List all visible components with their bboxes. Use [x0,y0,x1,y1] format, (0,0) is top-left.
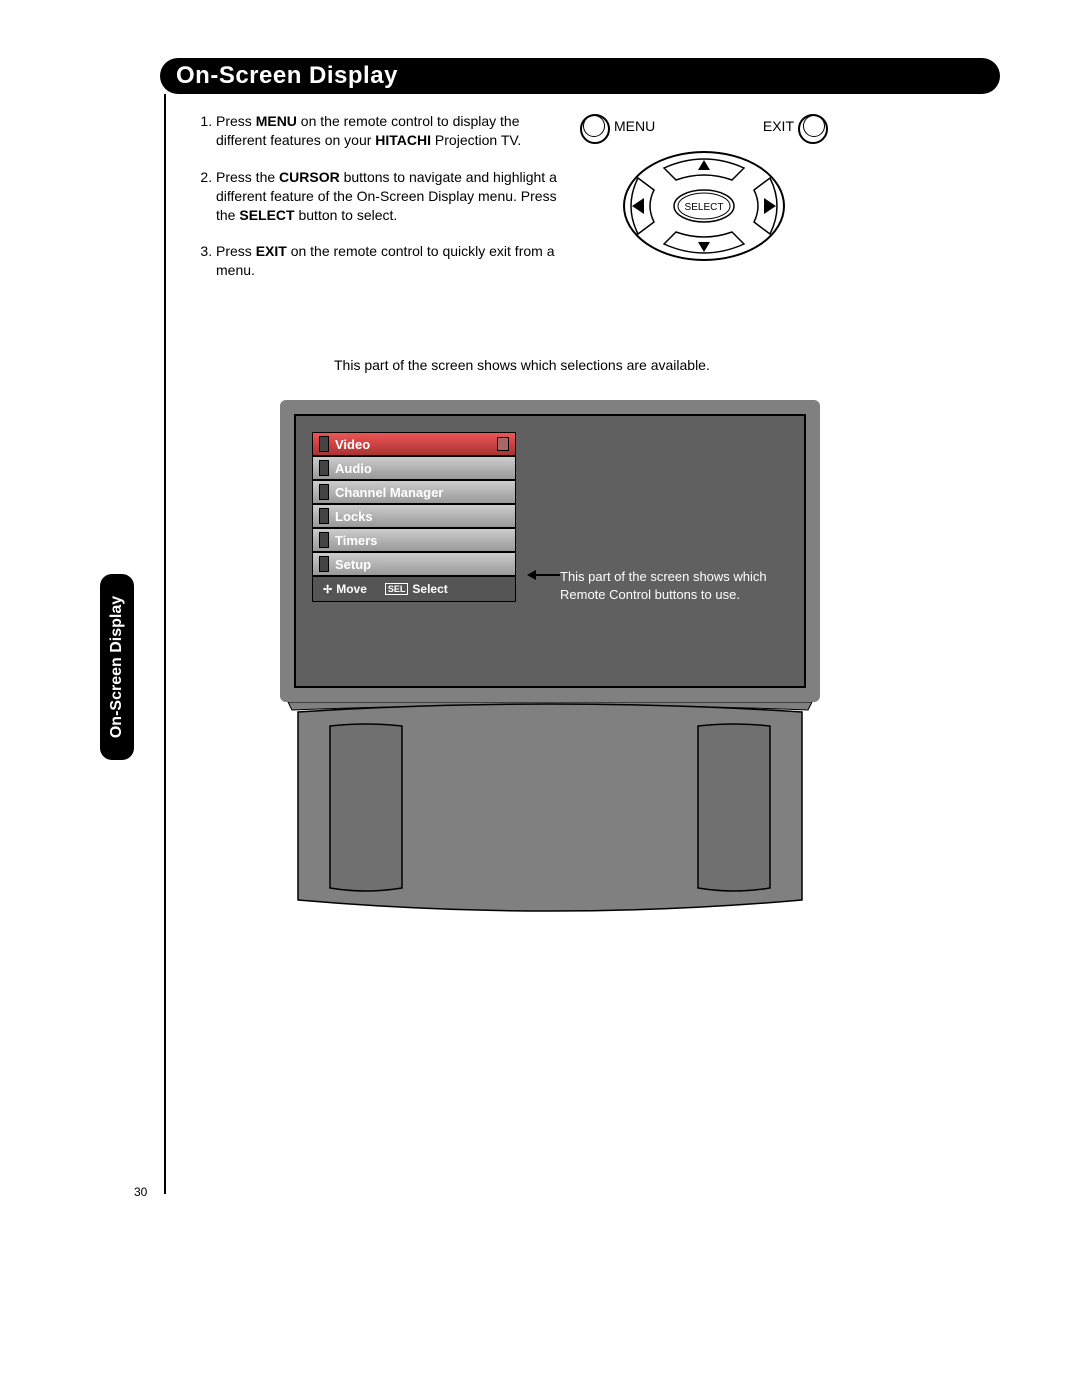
remote-diagram: MENU EXIT SELECT [580,112,828,272]
bold-select: SELECT [239,207,294,223]
osd-label: Locks [335,509,373,524]
menu-button-inner-icon [583,115,605,137]
text: Press the [216,169,279,185]
instruction-item: Press MENU on the remote control to disp… [216,112,572,150]
osd-item-setup: Setup [312,552,516,576]
tv-illustration: Video Audio Channel Manager Locks Timers… [280,400,820,920]
text: Press [216,243,256,259]
exit-button-inner-icon [803,115,825,137]
osd-item-channel-manager: Channel Manager [312,480,516,504]
sel-tag: SEL [385,583,409,595]
section-title: On-Screen Display [160,58,1000,90]
text: button to select. [295,207,398,223]
select-label: SELECT [685,202,724,213]
osd-footer: ✢ Move SEL Select [312,576,516,602]
instruction-item: Press the CURSOR buttons to navigate and… [216,168,572,225]
bold-hitachi: HITACHI [375,132,431,148]
osd-item-video: Video [312,432,516,456]
caption-available-selections: This part of the screen shows which sele… [334,356,710,375]
tab-icon [319,460,329,476]
instruction-item: Press EXIT on the remote control to quic… [216,242,572,280]
tv-screen: Video Audio Channel Manager Locks Timers… [294,414,806,688]
osd-menu: Video Audio Channel Manager Locks Timers… [312,432,516,602]
footer-move: Move [336,582,367,596]
tab-icon [319,532,329,548]
arrow-left-icon [536,574,560,576]
manual-page: On-Screen Display Press MENU on the remo… [0,0,1080,1397]
tv-frame: Video Audio Channel Manager Locks Timers… [280,400,820,702]
menu-label: MENU [614,118,655,134]
bold-exit: EXIT [256,243,287,259]
page-number: 30 [134,1185,147,1199]
osd-label: Setup [335,557,371,572]
footer-select: Select [412,582,447,596]
tab-icon [319,556,329,572]
section-title-bar: On-Screen Display [160,58,1000,94]
move-arrows-icon: ✢ [323,583,332,596]
instruction-list: Press MENU on the remote control to disp… [192,112,572,298]
bold-cursor: CURSOR [279,169,340,185]
osd-label: Audio [335,461,372,476]
osd-label: Video [335,437,370,452]
osd-label: Channel Manager [335,485,443,500]
osd-item-locks: Locks [312,504,516,528]
caption-remote-buttons: This part of the screen shows which Remo… [560,568,800,603]
tab-icon [319,484,329,500]
osd-item-timers: Timers [312,528,516,552]
bold-menu: MENU [256,113,297,129]
margin-rule [164,94,166,1194]
osd-label: Timers [335,533,377,548]
text: Press [216,113,256,129]
tv-base [280,702,820,920]
osd-item-audio: Audio [312,456,516,480]
exit-label: EXIT [763,118,794,134]
cursor-pad-icon: SELECT [620,148,788,264]
tab-icon [319,508,329,524]
text: Projection TV. [431,132,521,148]
chevron-right-icon [497,437,509,451]
tab-icon [319,436,329,452]
side-tab: On-Screen Display [100,574,134,760]
side-tab-label: On-Screen Display [108,596,126,738]
